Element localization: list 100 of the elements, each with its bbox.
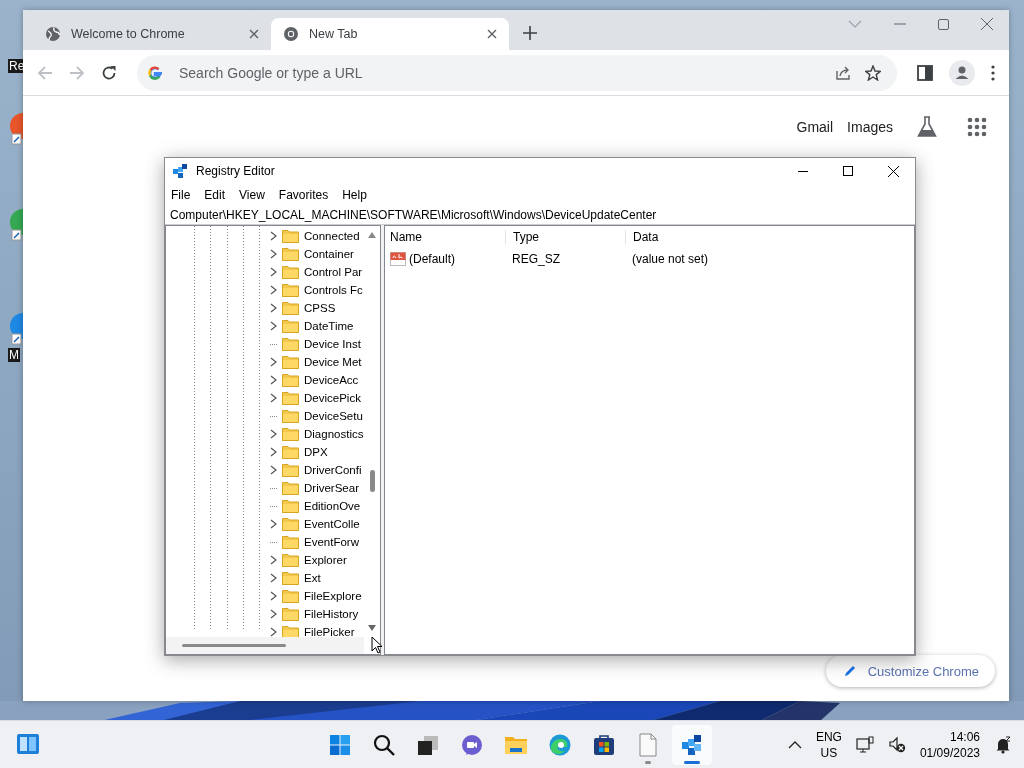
table-cell-text: (value not set) (631, 252, 709, 266)
maximize-icon[interactable] (843, 166, 853, 176)
tree-item[interactable]: Control Par (304, 266, 363, 278)
tree-item[interactable]: Device Inst (304, 338, 361, 350)
folder-icon (282, 589, 299, 603)
chevron-right-icon[interactable] (270, 609, 277, 619)
string-value-icon (390, 252, 406, 266)
tree-item[interactable]: Device Met (304, 356, 362, 368)
chevron-right-icon[interactable] (270, 519, 277, 529)
chevron-right-icon[interactable] (270, 429, 277, 439)
folder-icon (282, 607, 299, 621)
folder-icon (282, 265, 299, 279)
taskbar-button[interactable] (672, 725, 712, 765)
scroll-thumb[interactable] (369, 470, 375, 492)
scroll-thumb[interactable] (182, 644, 286, 647)
folder-icon (282, 535, 299, 549)
muted-speaker-icon[interactable] (887, 736, 906, 754)
side-panel-icon[interactable] (917, 64, 933, 81)
folder-icon (282, 625, 299, 639)
tree-item[interactable]: Connected (304, 230, 360, 242)
chevron-right-icon[interactable] (270, 573, 277, 583)
tree-item[interactable]: Controls Fc (304, 284, 363, 296)
app-icon[interactable] (8, 208, 23, 242)
chevron-up-icon[interactable] (787, 741, 802, 749)
reload-icon[interactable] (101, 64, 117, 81)
folder-icon (282, 319, 299, 333)
clock-time[interactable]: 14:06 (949, 729, 980, 745)
chevron-right-icon[interactable] (270, 357, 277, 367)
language-label[interactable]: ENG (815, 729, 842, 745)
scroll-up-icon[interactable] (368, 232, 376, 238)
region-label[interactable]: US (820, 745, 838, 761)
menu-item[interactable]: View (239, 187, 265, 202)
apps-grid-icon[interactable] (967, 117, 987, 137)
share-icon[interactable] (835, 64, 851, 81)
chevron-right-icon[interactable] (270, 393, 277, 403)
chevron-right-icon[interactable] (270, 555, 277, 565)
search-field[interactable]: Search Google or type a URL (177, 63, 821, 82)
tree-item[interactable]: DeviceAcc (304, 374, 359, 386)
minimize-icon[interactable] (798, 170, 808, 172)
profile-icon[interactable] (949, 59, 975, 86)
close-icon[interactable] (487, 29, 497, 39)
tree-item[interactable]: DevicePick (304, 392, 361, 404)
menu-item[interactable]: File (171, 187, 191, 202)
scroll-down-icon[interactable] (368, 625, 376, 631)
tree-item[interactable]: Container (304, 248, 354, 260)
new-tab-icon[interactable] (523, 26, 537, 40)
chevron-right-icon[interactable] (270, 303, 277, 313)
tree-item[interactable]: FileExplore (304, 590, 362, 602)
notification-bell-icon[interactable] (994, 736, 1012, 754)
edge-icon (548, 733, 572, 757)
browser-tab[interactable]: New Tab (271, 18, 509, 50)
tree-item[interactable]: EventForw (304, 536, 359, 548)
menu-icon[interactable] (991, 64, 995, 81)
header-link[interactable]: Gmail (796, 119, 834, 135)
chevron-right-icon[interactable] (270, 447, 277, 457)
tree-item[interactable]: FileHistory (304, 608, 359, 620)
column-header[interactable]: Type (505, 230, 625, 244)
tree-item[interactable]: EditionOve (304, 500, 361, 512)
chat-icon (460, 733, 484, 757)
chevron-right-icon[interactable] (270, 321, 277, 331)
menu-item[interactable]: Help (342, 187, 367, 202)
app-icon[interactable] (8, 312, 23, 346)
tree-item[interactable]: DateTime (304, 320, 354, 332)
tree-item[interactable]: FilePicker (304, 626, 355, 638)
tree-item[interactable]: DPX (304, 446, 328, 458)
chevron-right-icon[interactable] (270, 465, 277, 475)
address-bar[interactable]: Search Google or type a URL (137, 54, 897, 91)
star-icon[interactable] (865, 64, 881, 81)
tree-item[interactable]: Explorer (304, 554, 347, 566)
browser-tab[interactable]: Welcome to Chrome (33, 18, 271, 50)
clock-date[interactable]: 01/09/2023 (919, 745, 980, 761)
tree-item[interactable]: Ext (304, 572, 321, 584)
folder-icon (282, 481, 299, 495)
tree-item[interactable]: DeviceSetu (304, 410, 363, 422)
chevron-right-icon[interactable] (270, 231, 277, 241)
chevron-right-icon[interactable] (270, 249, 277, 259)
widgets-icon[interactable] (16, 733, 40, 755)
flask-icon[interactable] (917, 116, 937, 138)
customize-button[interactable]: Customize Chrome (825, 655, 995, 687)
close-icon[interactable] (888, 165, 899, 177)
chevron-right-icon[interactable] (270, 375, 277, 385)
chevron-right-icon[interactable] (270, 591, 277, 601)
scrollbar[interactable] (166, 637, 364, 654)
header-link[interactable]: Images (847, 119, 893, 135)
chevron-right-icon[interactable] (270, 285, 277, 295)
menu-item[interactable]: Favorites (278, 187, 329, 202)
chevron-right-icon[interactable] (270, 627, 277, 637)
tree-item[interactable]: CPSS (304, 302, 336, 314)
column-header[interactable]: Data (625, 230, 659, 244)
search-icon (372, 733, 396, 757)
menu-item[interactable]: Edit (204, 187, 226, 202)
folder-icon (282, 409, 299, 423)
tree-item[interactable]: Diagnostics (304, 428, 364, 440)
tree-item[interactable]: EventColle (304, 518, 360, 530)
column-header[interactable]: Name (385, 230, 505, 244)
chevron-right-icon[interactable] (270, 267, 277, 277)
tree-item[interactable]: DriverConfi (304, 464, 362, 476)
tree-item[interactable]: DriverSear (304, 482, 359, 494)
network-icon[interactable] (855, 736, 874, 754)
app-icon[interactable] (8, 112, 23, 146)
